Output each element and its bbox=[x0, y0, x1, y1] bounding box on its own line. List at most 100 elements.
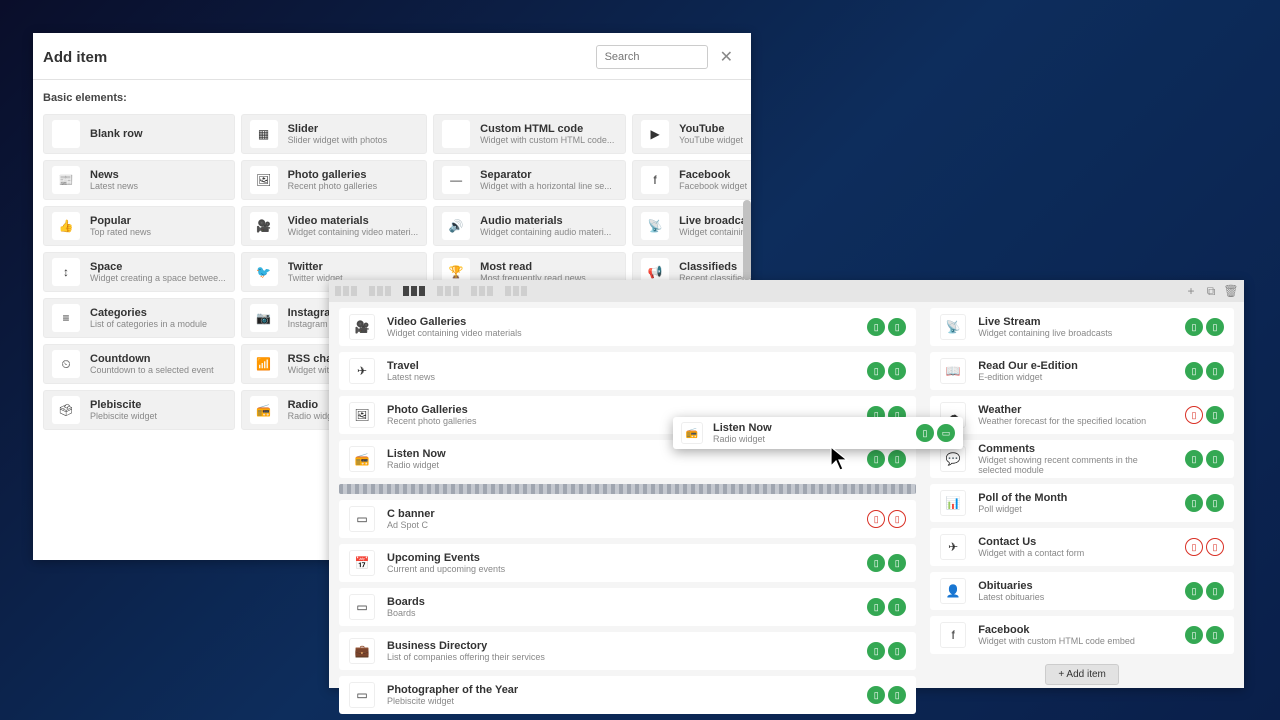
row-desc: Latest obituaries bbox=[978, 592, 1173, 602]
widget-row[interactable]: 💬 Comments Widget showing recent comment… bbox=[930, 440, 1234, 478]
card-title: Classifieds bbox=[679, 261, 751, 273]
card-desc: Widget containing live broadcasts bbox=[679, 227, 751, 237]
layout-tab-2[interactable] bbox=[369, 286, 391, 296]
card-title: Popular bbox=[90, 215, 151, 227]
modal-title: Add item bbox=[43, 49, 107, 66]
element-card[interactable]: ▶ YouTube YouTube widget bbox=[632, 114, 751, 154]
card-desc: Slider widget with photos bbox=[288, 135, 388, 145]
scrollbar[interactable] bbox=[743, 200, 751, 280]
card-icon: ⏲ bbox=[52, 350, 80, 378]
card-desc: List of categories in a module bbox=[90, 319, 207, 329]
widget-row[interactable]: ▭ Boards Boards ▯▯ bbox=[339, 588, 916, 626]
element-card[interactable]: 📡 Live broadcasts Widget containing live… bbox=[632, 206, 751, 246]
row-desc: Widget with a contact form bbox=[978, 548, 1173, 558]
status-pill: ▯ bbox=[1206, 626, 1224, 644]
layout-panel: + ⧉ 🗑 🎥 Video Galleries Widget containin… bbox=[329, 280, 1244, 688]
card-icon: 📰 bbox=[52, 166, 80, 194]
widget-row[interactable]: 📅 Upcoming Events Current and upcoming e… bbox=[339, 544, 916, 582]
card-desc: Countdown to a selected event bbox=[90, 365, 214, 375]
element-card[interactable]: ↕ Space Widget creating a space betwee..… bbox=[43, 252, 235, 292]
layout-tab-1[interactable] bbox=[335, 286, 357, 296]
card-icon: 🖼 bbox=[250, 166, 278, 194]
element-card[interactable]: 📰 News Latest news bbox=[43, 160, 235, 200]
element-card[interactable]: Custom HTML code Widget with custom HTML… bbox=[433, 114, 626, 154]
radio-icon: 📻 bbox=[681, 422, 703, 444]
status-pill: ▯ bbox=[1185, 582, 1203, 600]
copy-icon[interactable]: ⧉ bbox=[1204, 284, 1218, 298]
card-title: Twitter bbox=[288, 261, 343, 273]
plus-icon[interactable]: + bbox=[1184, 284, 1198, 298]
status-pill: ▯ bbox=[1185, 450, 1203, 468]
row-desc: Boards bbox=[387, 608, 855, 618]
widget-row[interactable]: 📡 Live Stream Widget containing live bro… bbox=[930, 308, 1234, 346]
card-title: News bbox=[90, 169, 138, 181]
trash-icon[interactable]: 🗑 bbox=[1224, 284, 1238, 298]
row-title: Obituaries bbox=[978, 580, 1173, 592]
widget-row[interactable]: ✈ Travel Latest news ▯▯ bbox=[339, 352, 916, 390]
layout-tab-5[interactable] bbox=[471, 286, 493, 296]
card-desc: Widget containing video materi... bbox=[288, 227, 419, 237]
status-pill: ▯ bbox=[1185, 494, 1203, 512]
row-status: ▯▯ bbox=[867, 598, 906, 616]
status-pill: ▯ bbox=[1206, 362, 1224, 380]
element-card[interactable]: 👍 Popular Top rated news bbox=[43, 206, 235, 246]
element-card[interactable]: — Separator Widget with a horizontal lin… bbox=[433, 160, 626, 200]
widget-row[interactable]: 📊 Poll of the Month Poll widget ▯▯ bbox=[930, 484, 1234, 522]
element-card[interactable]: ≡ Categories List of categories in a mod… bbox=[43, 298, 235, 338]
card-title: Blank row bbox=[90, 128, 143, 140]
row-desc: List of companies offering their service… bbox=[387, 652, 855, 662]
element-card[interactable]: ▦ Slider Slider widget with photos bbox=[241, 114, 428, 154]
layout-tab-3[interactable] bbox=[403, 286, 425, 296]
row-desc: Ad Spot C bbox=[387, 520, 855, 530]
element-card[interactable]: ⏲ Countdown Countdown to a selected even… bbox=[43, 344, 235, 384]
widget-row[interactable]: f Facebook Widget with custom HTML code … bbox=[930, 616, 1234, 654]
row-icon: ✈ bbox=[940, 534, 966, 560]
row-title: Listen Now bbox=[387, 448, 855, 460]
row-icon: 🖼 bbox=[349, 402, 375, 428]
card-icon: ≡ bbox=[52, 304, 80, 332]
row-icon: ▭ bbox=[349, 682, 375, 708]
row-status: ▯▯ bbox=[1185, 538, 1224, 556]
row-title: C banner bbox=[387, 508, 855, 520]
layout-tab-6[interactable] bbox=[505, 286, 527, 296]
widget-row[interactable]: ☁ Weather Weather forecast for the speci… bbox=[930, 396, 1234, 434]
status-pill: ▯ bbox=[1185, 626, 1203, 644]
row-desc: E-edition widget bbox=[978, 372, 1173, 382]
section-label: Basic elements: bbox=[43, 92, 741, 104]
layout-tab-4[interactable] bbox=[437, 286, 459, 296]
row-title: Live Stream bbox=[978, 316, 1173, 328]
add-item-button[interactable]: + Add item bbox=[1045, 664, 1119, 685]
widget-row[interactable]: 💼 Business Directory List of companies o… bbox=[339, 632, 916, 670]
element-card[interactable]: 🖼 Photo galleries Recent photo galleries bbox=[241, 160, 428, 200]
status-pill: ▯ bbox=[1206, 406, 1224, 424]
card-icon bbox=[52, 120, 80, 148]
status-pill: ▯ bbox=[888, 450, 906, 468]
status-pill: ▯ bbox=[888, 686, 906, 704]
status-pill: ▯ bbox=[1185, 538, 1203, 556]
card-icon: ▶ bbox=[641, 120, 669, 148]
widget-row[interactable]: 👤 Obituaries Latest obituaries ▯▯ bbox=[930, 572, 1234, 610]
status-pill: ▯ bbox=[867, 510, 885, 528]
status-mobile-icon: ▯ bbox=[916, 424, 934, 442]
element-card[interactable]: 🗳 Plebiscite Plebiscite widget bbox=[43, 390, 235, 430]
layout-toolbar: + ⧉ 🗑 bbox=[329, 280, 1244, 302]
widget-row[interactable]: ✈ Contact Us Widget with a contact form … bbox=[930, 528, 1234, 566]
card-title: Slider bbox=[288, 123, 388, 135]
card-title: Categories bbox=[90, 307, 207, 319]
element-card[interactable]: 🔊 Audio materials Widget containing audi… bbox=[433, 206, 626, 246]
widget-row[interactable]: ▭ C banner Ad Spot C ▯▯ bbox=[339, 500, 916, 538]
element-card[interactable]: 🎥 Video materials Widget containing vide… bbox=[241, 206, 428, 246]
row-icon: 👤 bbox=[940, 578, 966, 604]
widget-row[interactable]: 🎥 Video Galleries Widget containing vide… bbox=[339, 308, 916, 346]
widget-row[interactable]: ▭ Photographer of the Year Plebiscite wi… bbox=[339, 676, 916, 714]
element-card[interactable]: f Facebook Facebook widget bbox=[632, 160, 751, 200]
element-card[interactable]: Blank row bbox=[43, 114, 235, 154]
close-icon[interactable]: ✕ bbox=[716, 47, 737, 67]
search-input[interactable] bbox=[596, 45, 708, 69]
status-pill: ▯ bbox=[888, 554, 906, 572]
card-icon bbox=[442, 120, 470, 148]
row-icon: 📅 bbox=[349, 550, 375, 576]
widget-row[interactable]: 📖 Read Our e-Edition E-edition widget ▯▯ bbox=[930, 352, 1234, 390]
status-pill: ▯ bbox=[1206, 494, 1224, 512]
status-pill: ▯ bbox=[867, 554, 885, 572]
